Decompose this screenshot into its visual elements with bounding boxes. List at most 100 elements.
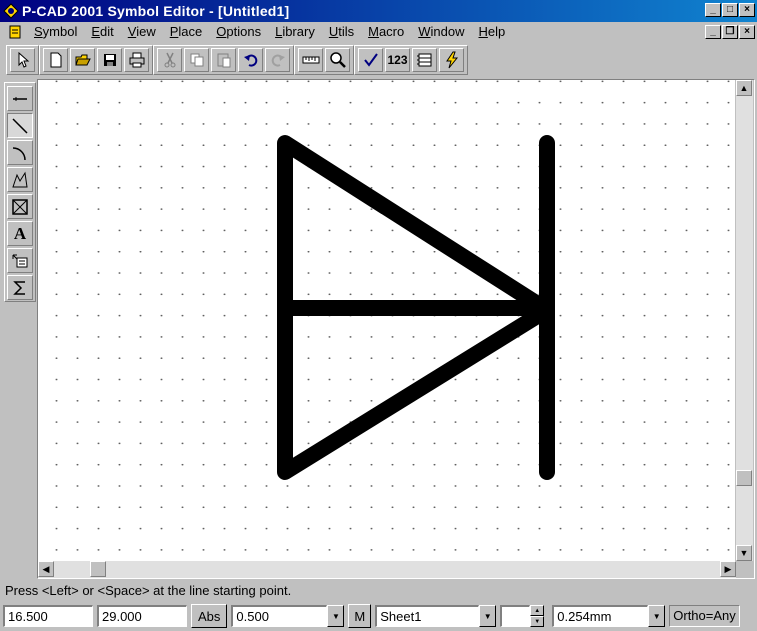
paste-button[interactable] <box>211 48 236 72</box>
attribute-tool-icon <box>12 254 28 267</box>
document-icon[interactable] <box>7 24 23 40</box>
drawing-canvas[interactable] <box>38 80 735 561</box>
new-icon <box>50 52 61 68</box>
undo-icon <box>243 54 257 67</box>
ieee-symbol-button[interactable] <box>7 275 33 300</box>
menu-bar: Symbol Edit View Place Options Library U… <box>0 22 757 42</box>
copy-button[interactable] <box>184 48 209 72</box>
zoom-icon <box>329 52 346 68</box>
line-tool-button[interactable] <box>7 113 33 138</box>
sheet-value[interactable]: Sheet1 <box>375 605 480 627</box>
open-button[interactable] <box>70 48 95 72</box>
pcad-app-icon <box>3 3 19 19</box>
sheet-dropdown-icon[interactable]: ▼ <box>479 605 497 627</box>
symbol-wizard-button[interactable] <box>412 48 437 72</box>
sheet-combo[interactable]: Sheet1 ▼ <box>375 605 497 627</box>
menu-window[interactable]: Window <box>411 23 471 41</box>
scroll-right-button[interactable]: ▶ <box>720 561 736 577</box>
polygon-tool-button[interactable] <box>7 167 33 192</box>
menu-edit[interactable]: Edit <box>84 23 120 41</box>
doc-restore-button[interactable]: ❐ <box>722 25 738 39</box>
diode-symbol[interactable] <box>38 80 735 561</box>
doc-close-button[interactable]: × <box>739 25 755 39</box>
new-button[interactable] <box>43 48 68 72</box>
menu-label-rest: ptions <box>226 24 262 39</box>
horizontal-scroll-thumb[interactable] <box>90 561 106 577</box>
check-button[interactable] <box>358 48 383 72</box>
grid-dropdown-icon[interactable]: ▼ <box>327 605 345 627</box>
renumber-icon: 123 <box>387 53 408 67</box>
select-button[interactable] <box>10 48 35 72</box>
title-bar: P-CAD 2001 Symbol Editor - [Untitled1] _… <box>0 0 757 22</box>
ref-point-icon <box>12 198 28 215</box>
menu-place[interactable]: Place <box>163 23 210 41</box>
renumber-button[interactable]: 123 <box>385 48 410 72</box>
polygon-tool-icon <box>12 171 28 187</box>
scroll-down-button[interactable]: ▼ <box>736 545 752 561</box>
scroll-up-button[interactable]: ▲ <box>736 80 752 96</box>
menu-label-rest: dit <box>100 24 114 39</box>
menu-symbol[interactable]: Symbol <box>27 23 84 41</box>
pin-tool-icon <box>13 96 27 101</box>
menu-label-rest: lace <box>178 24 203 39</box>
undo-button[interactable] <box>238 48 263 72</box>
color-spinner[interactable]: ▲ ▼ <box>530 605 545 627</box>
grid-value[interactable]: 0.500 <box>231 605 328 627</box>
zoom-button[interactable] <box>325 48 350 72</box>
spin-down-icon[interactable]: ▼ <box>530 616 545 627</box>
y-coordinate-field[interactable]: 29.000 <box>97 605 187 627</box>
arc-tool-button[interactable] <box>7 140 33 165</box>
cut-button[interactable] <box>157 48 182 72</box>
grid-combo[interactable]: 0.500 ▼ <box>231 605 345 627</box>
redo-button[interactable] <box>265 48 290 72</box>
minimize-button[interactable]: _ <box>705 3 721 17</box>
arc-tool-icon <box>12 146 26 160</box>
color-swatch[interactable] <box>500 605 531 627</box>
ortho-mode-indicator[interactable]: Ortho=Any <box>669 605 740 627</box>
pin-tool-button[interactable] <box>7 86 33 111</box>
menu-options[interactable]: Options <box>209 23 268 41</box>
symbol-wizard-icon <box>416 53 431 67</box>
vertical-scrollbar[interactable]: ▲ ▼ <box>736 80 753 561</box>
toolbar: 123 <box>0 43 757 77</box>
line-width-dropdown-icon[interactable]: ▼ <box>648 605 666 627</box>
save-button[interactable] <box>97 48 122 72</box>
text-tool-icon: A <box>13 223 27 243</box>
x-coordinate-field[interactable]: 16.500 <box>3 605 93 627</box>
horizontal-scrollbar[interactable]: ◀ ▶ <box>38 561 736 578</box>
abs-button[interactable]: Abs <box>191 604 228 628</box>
edit-group <box>153 45 294 75</box>
select-group <box>6 45 39 75</box>
attribute-tool-button[interactable] <box>7 248 33 273</box>
print-icon <box>129 52 144 68</box>
menu-macro[interactable]: Macro <box>361 23 411 41</box>
menu-label-rest: iew <box>136 24 156 39</box>
flash-button[interactable] <box>439 48 464 72</box>
menu-label-rest: ymbol <box>42 24 78 39</box>
close-button[interactable]: × <box>739 3 755 17</box>
menu-library[interactable]: Library <box>268 23 322 41</box>
spin-up-icon[interactable]: ▲ <box>530 605 545 616</box>
scroll-left-button[interactable]: ◀ <box>38 561 54 577</box>
ieee-symbol-icon <box>13 280 25 295</box>
file-group <box>39 45 153 75</box>
menu-label-rest: acro <box>378 24 405 39</box>
view-group <box>294 45 354 75</box>
tool-palette: A <box>4 82 36 302</box>
menu-view[interactable]: View <box>121 23 163 41</box>
flash-icon <box>445 51 458 69</box>
menu-utils[interactable]: Utils <box>322 23 361 41</box>
measure-button[interactable] <box>298 48 323 72</box>
menu-label-rest: indow <box>430 24 465 39</box>
text-tool-button[interactable]: A <box>7 221 33 246</box>
print-button[interactable] <box>124 48 149 72</box>
m-button[interactable]: M <box>348 604 372 628</box>
menu-help[interactable]: Help <box>472 23 513 41</box>
window-title: P-CAD 2001 Symbol Editor - [Untitled1] <box>22 3 290 19</box>
line-width-value[interactable]: 0.254mm <box>552 605 649 627</box>
maximize-button[interactable]: □ <box>722 3 738 17</box>
vertical-scroll-thumb[interactable] <box>736 470 752 486</box>
doc-minimize-button[interactable]: _ <box>705 25 721 39</box>
ref-point-button[interactable] <box>7 194 33 219</box>
line-width-combo[interactable]: 0.254mm ▼ <box>552 605 666 627</box>
